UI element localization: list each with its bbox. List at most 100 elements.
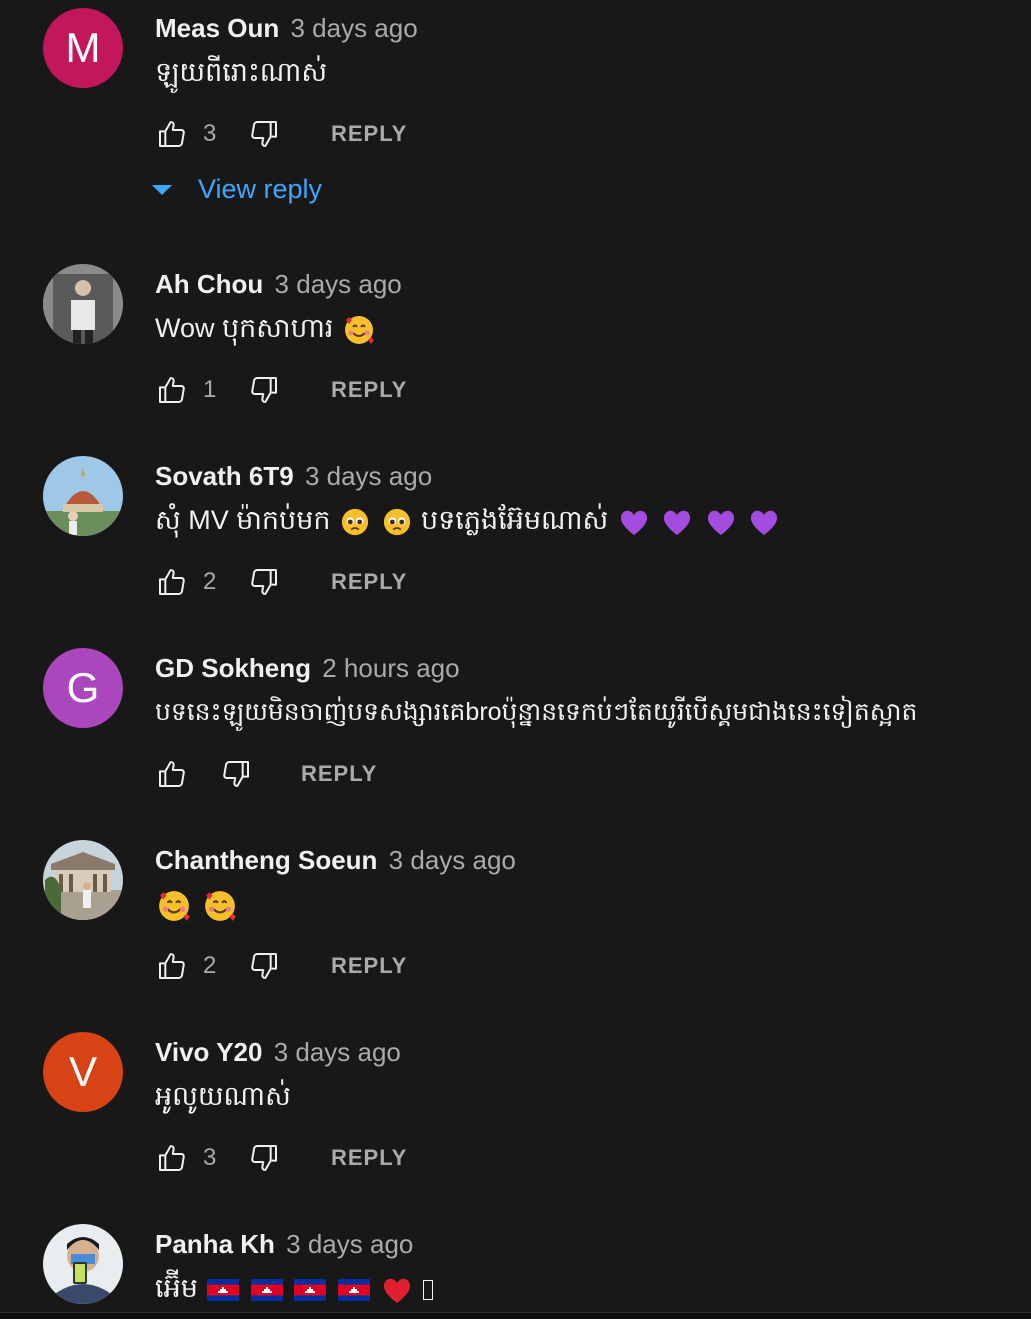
avatar[interactable] bbox=[43, 264, 123, 344]
view-replies-button[interactable]: View reply bbox=[152, 174, 322, 205]
reply-button[interactable]: REPLY bbox=[331, 121, 407, 147]
comment-text: ឡូយពីរោះណាស់ bbox=[155, 52, 327, 92]
thumbs-up-icon bbox=[159, 121, 185, 147]
comment-time[interactable]: 3 days ago bbox=[305, 461, 432, 491]
cambodia-flag-icon bbox=[250, 1278, 283, 1301]
comment-text-content: អ៊ើម bbox=[155, 1273, 198, 1303]
comment-header: Meas Oun 3 days ago bbox=[155, 10, 418, 46]
dislike-button[interactable] bbox=[247, 1141, 281, 1175]
thumbs-up-icon bbox=[159, 377, 185, 403]
like-button[interactable] bbox=[155, 1141, 189, 1175]
reply-button[interactable]: REPLY bbox=[301, 761, 377, 787]
like-count: 2 bbox=[203, 568, 217, 595]
dislike-button[interactable] bbox=[247, 117, 281, 151]
comment-actions: REPLY bbox=[155, 756, 377, 792]
dislike-button[interactable] bbox=[247, 373, 281, 407]
comment-text-content: ឡូយពីរោះណាស់ bbox=[155, 57, 328, 87]
person-photo-icon bbox=[43, 264, 123, 344]
author-name[interactable]: Vivo Y20 bbox=[155, 1037, 262, 1067]
purple-heart-icon bbox=[751, 510, 778, 535]
like-count: 3 bbox=[203, 1144, 217, 1171]
monument-photo-icon bbox=[43, 456, 123, 536]
author-name[interactable]: GD Sokheng bbox=[155, 653, 311, 683]
comment-header: GD Sokheng 2 hours ago bbox=[155, 650, 460, 686]
thumbs-down-icon bbox=[251, 569, 277, 595]
avatar[interactable] bbox=[43, 456, 123, 536]
comment-text: សុំ MV ម៉ាកប់មក បទភ្លេងអ៊ែមណាស់ bbox=[155, 500, 782, 540]
thumbs-down-icon bbox=[251, 121, 277, 147]
comment-header: Vivo Y20 3 days ago bbox=[155, 1034, 401, 1070]
comment-actions: 3 REPLY bbox=[155, 1140, 407, 1176]
cambodia-flag-icon bbox=[337, 1278, 370, 1301]
reply-button[interactable]: REPLY bbox=[331, 1145, 407, 1171]
cambodia-flag-icon bbox=[294, 1278, 327, 1301]
author-name[interactable]: Meas Oun bbox=[155, 13, 279, 43]
comment-time[interactable]: 3 days ago bbox=[389, 845, 516, 875]
like-button[interactable] bbox=[155, 373, 189, 407]
avatar[interactable] bbox=[43, 1224, 123, 1304]
thumbs-down-icon bbox=[251, 953, 277, 979]
comment-actions: 1 REPLY bbox=[155, 372, 407, 408]
red-heart-icon bbox=[384, 1278, 411, 1303]
comment-header: Chantheng Soeun 3 days ago bbox=[155, 842, 516, 878]
dislike-button[interactable] bbox=[219, 757, 253, 791]
reply-button[interactable]: REPLY bbox=[331, 377, 407, 403]
comment-text-content: Wow បុកសាហារ bbox=[155, 313, 334, 343]
comment-text bbox=[155, 884, 239, 924]
like-count: 1 bbox=[203, 376, 217, 403]
comment-time[interactable]: 3 days ago bbox=[286, 1229, 413, 1259]
purple-heart-icon bbox=[707, 510, 734, 535]
view-replies-label: View reply bbox=[198, 174, 323, 204]
comment-text: អូលូយណាស់ bbox=[155, 1076, 291, 1116]
comment-header: Ah Chou 3 days ago bbox=[155, 266, 402, 302]
avatar[interactable] bbox=[43, 840, 123, 920]
like-button[interactable] bbox=[155, 757, 189, 791]
thumbs-down-icon bbox=[251, 1145, 277, 1171]
avatar[interactable]: G bbox=[43, 648, 123, 728]
smiling-face-with-hearts-icon bbox=[344, 315, 374, 344]
smiling-face-with-hearts-icon bbox=[204, 891, 236, 921]
like-button[interactable] bbox=[155, 565, 189, 599]
building-photo-icon bbox=[43, 840, 123, 920]
avatar[interactable]: M bbox=[43, 8, 123, 88]
pleading-face-icon bbox=[383, 508, 410, 535]
thumbs-up-icon bbox=[159, 953, 185, 979]
thumbs-up-icon bbox=[159, 1145, 185, 1171]
thumbs-down-icon bbox=[223, 761, 249, 787]
thumbs-up-icon bbox=[159, 761, 185, 787]
comment-text-content: បទនេះឡូយមិនចាញ់បទសង្សារគេbroប៉ុន្នានទេកប… bbox=[155, 698, 918, 726]
comment-time[interactable]: 2 hours ago bbox=[322, 653, 459, 683]
avatar[interactable]: V bbox=[43, 1032, 123, 1112]
dislike-button[interactable] bbox=[247, 949, 281, 983]
missing-glyph-icon bbox=[422, 1279, 433, 1300]
comment-text-content: អូលូយណាស់ bbox=[155, 1081, 291, 1111]
cambodia-flag-icon bbox=[207, 1278, 240, 1301]
comment-header: Sovath 6T9 3 days ago bbox=[155, 458, 432, 494]
avatar-letter: M bbox=[65, 24, 101, 71]
comment-text: Wow បុកសាហារ bbox=[155, 308, 377, 348]
reply-button[interactable]: REPLY bbox=[331, 569, 407, 595]
like-button[interactable] bbox=[155, 949, 189, 983]
thumbs-down-icon bbox=[251, 377, 277, 403]
comment-text: អ៊ើម bbox=[155, 1268, 433, 1308]
like-button[interactable] bbox=[155, 117, 189, 151]
pleading-face-icon bbox=[341, 508, 369, 535]
comment-time[interactable]: 3 days ago bbox=[275, 269, 402, 299]
comment-header: Panha Kh 3 days ago bbox=[155, 1226, 413, 1262]
reply-button[interactable]: REPLY bbox=[331, 953, 407, 979]
author-name[interactable]: Ah Chou bbox=[155, 269, 263, 299]
smiling-face-with-hearts-icon bbox=[159, 891, 190, 921]
comment-time[interactable]: 3 days ago bbox=[290, 13, 417, 43]
like-count: 3 bbox=[203, 120, 217, 147]
comment-time[interactable]: 3 days ago bbox=[274, 1037, 401, 1067]
purple-heart-icon bbox=[664, 510, 691, 535]
author-name[interactable]: Sovath 6T9 bbox=[155, 461, 294, 491]
comment-actions: 2 REPLY bbox=[155, 564, 407, 600]
comment-actions: 2 REPLY bbox=[155, 948, 407, 984]
author-name[interactable]: Panha Kh bbox=[155, 1229, 275, 1259]
comment-text-part: បទភ្លេងអ៊ែមណាស់ bbox=[421, 505, 609, 535]
author-name[interactable]: Chantheng Soeun bbox=[155, 845, 377, 875]
avatar-letter: V bbox=[68, 1048, 97, 1095]
dislike-button[interactable] bbox=[247, 565, 281, 599]
avatar-letter: G bbox=[66, 664, 100, 711]
